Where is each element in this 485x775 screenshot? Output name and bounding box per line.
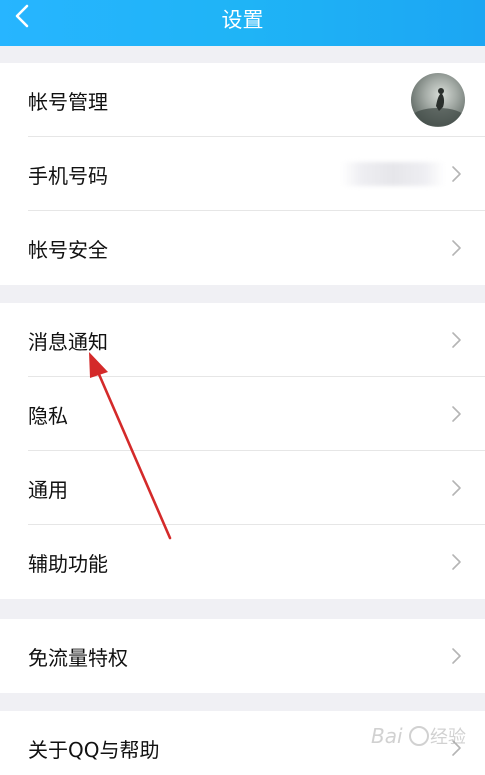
account-section: 帐号管理 手机号码 帐号安全 (0, 63, 485, 285)
baidu-watermark-logo: Bai 经验 (371, 724, 466, 748)
row-accessibility[interactable]: 辅助功能 (0, 525, 485, 599)
svg-text:经验: 经验 (430, 727, 466, 748)
section-gap (0, 285, 485, 303)
row-label: 帐号安全 (28, 237, 108, 262)
phone-number-value-blurred (341, 162, 445, 186)
row-label: 手机号码 (28, 163, 108, 188)
chevron-right-icon (452, 648, 461, 664)
row-privacy[interactable]: 隐私 (0, 377, 485, 451)
row-message-notifications[interactable]: 消息通知 (0, 303, 485, 377)
page-title: 设置 (221, 8, 264, 32)
svg-text:Bai: Bai (371, 724, 403, 748)
row-account-management[interactable]: 帐号管理 (0, 63, 485, 137)
row-label: 消息通知 (28, 329, 108, 354)
chevron-right-icon (452, 480, 461, 496)
row-label: 免流量特权 (28, 645, 128, 670)
nav-header: 设置 (0, 0, 485, 46)
row-label: 隐私 (28, 403, 68, 428)
chevron-right-icon (452, 240, 461, 256)
row-phone-number[interactable]: 手机号码 (0, 137, 485, 211)
avatar[interactable] (411, 73, 465, 127)
row-label: 辅助功能 (28, 551, 108, 576)
row-account-security[interactable]: 帐号安全 (0, 211, 485, 285)
row-data-free-privilege[interactable]: 免流量特权 (0, 619, 485, 693)
chevron-right-icon (452, 332, 461, 348)
section-gap (0, 599, 485, 619)
data-free-section: 免流量特权 (0, 619, 485, 693)
chevron-right-icon (452, 554, 461, 570)
row-label: 帐号管理 (28, 89, 108, 114)
section-gap (0, 693, 485, 711)
chevron-right-icon (452, 166, 461, 182)
row-label: 通用 (28, 477, 68, 502)
section-gap (0, 46, 485, 63)
row-label: 关于QQ与帮助 (28, 737, 160, 762)
chevron-right-icon (452, 406, 461, 422)
preferences-section: 消息通知 隐私 通用 辅助功能 (0, 303, 485, 599)
row-general[interactable]: 通用 (0, 451, 485, 525)
avatar-image (412, 88, 464, 126)
